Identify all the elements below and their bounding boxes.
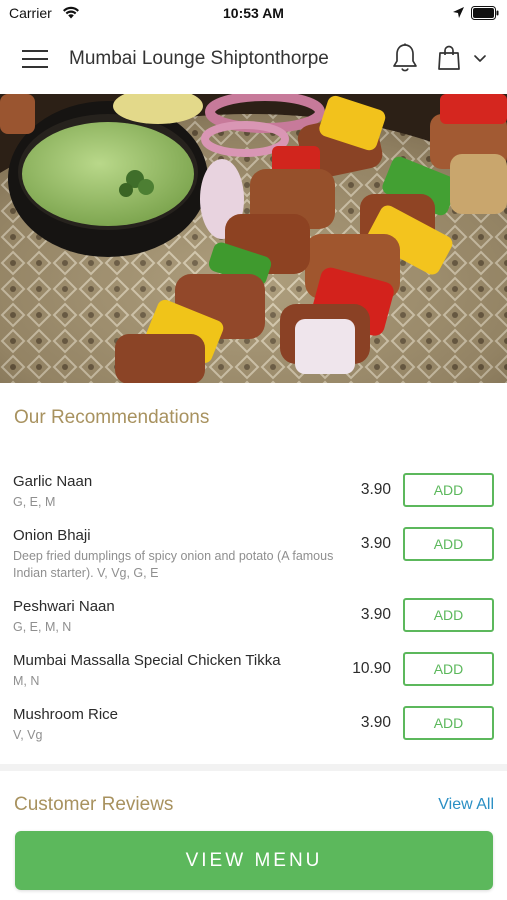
item-name: Peshwari Naan <box>13 598 115 615</box>
status-bar: Carrier 10:53 AM <box>0 0 507 26</box>
add-button[interactable]: ADD <box>403 706 494 740</box>
restaurant-title: Mumbai Lounge Shiptonthorpe <box>69 48 329 69</box>
clock-time: 10:53 AM <box>223 5 284 21</box>
item-name: Mumbai Massalla Special Chicken Tikka <box>13 652 281 669</box>
add-button[interactable]: ADD <box>403 527 494 561</box>
menu-icon[interactable] <box>22 49 48 69</box>
chevron-down-icon[interactable] <box>473 54 487 64</box>
add-button[interactable]: ADD <box>403 598 494 632</box>
item-name: Mushroom Rice <box>13 706 119 723</box>
recommendations-title: Our Recommendations <box>14 407 210 428</box>
item-price: 3.90 <box>360 535 391 552</box>
item-allergens: G, E, M <box>13 495 56 509</box>
item-price: 3.90 <box>360 606 391 623</box>
add-button[interactable]: ADD <box>403 473 494 507</box>
item-description: Deep fried dumplings of spicy onion and … <box>13 549 334 580</box>
add-button[interactable]: ADD <box>403 652 494 686</box>
item-name: Onion Bhaji <box>13 527 91 544</box>
item-price: 3.90 <box>360 481 391 498</box>
reviews-title: Customer Reviews <box>14 794 174 815</box>
item-allergens: G, E, M, N <box>13 620 72 634</box>
item-price: 10.90 <box>352 660 391 677</box>
hero-food-image <box>0 94 507 383</box>
section-divider <box>0 764 507 771</box>
item-allergens: M, N <box>13 674 40 688</box>
bell-icon[interactable] <box>391 43 419 73</box>
shopping-bag-icon[interactable] <box>437 45 461 71</box>
location-arrow-icon <box>453 7 464 18</box>
food-photo <box>0 94 507 383</box>
app-header: Mumbai Lounge Shiptonthorpe <box>0 26 507 94</box>
view-all-reviews-link[interactable]: View All <box>438 796 494 814</box>
item-name: Garlic Naan <box>13 473 93 490</box>
view-menu-button[interactable]: VIEW MENU <box>15 831 493 890</box>
battery-icon <box>471 6 499 20</box>
item-allergens: V, Vg <box>13 728 43 742</box>
item-price: 3.90 <box>360 714 391 731</box>
